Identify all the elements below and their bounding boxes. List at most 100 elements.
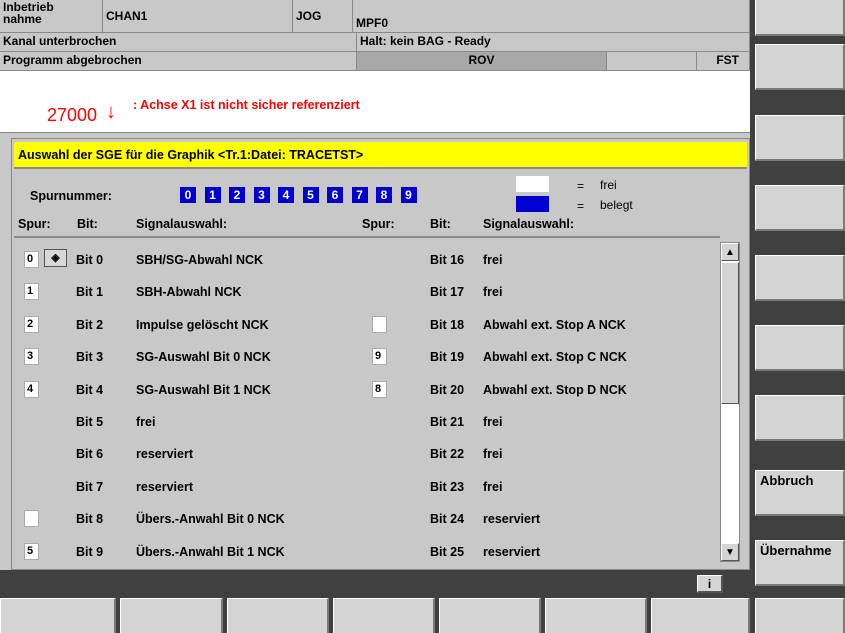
- channel-status: Kanal unterbrochen: [0, 33, 357, 52]
- legend-free-eq: =: [577, 179, 585, 193]
- table-row[interactable]: Bit 7 reserviert Bit 23 frei: [18, 471, 712, 503]
- scroll-up-icon[interactable]: ▲: [721, 243, 739, 261]
- bit-label-right: Bit 22: [430, 447, 465, 462]
- signal-label-right: frei: [483, 479, 503, 494]
- spurnummer-0: 0: [180, 187, 196, 203]
- softkey-horizontal-6[interactable]: [545, 598, 647, 633]
- area-cell: Inbetrieb nahme: [0, 0, 103, 33]
- table-row[interactable]: 5 Bit 9 Übers.-Anwahl Bit 1 NCK Bit 25 reser…: [18, 536, 712, 568]
- spurnummer-4: 4: [278, 187, 294, 203]
- signal-label-left: SBH-Abwahl NCK: [136, 285, 242, 300]
- bit-label-right: Bit 20: [430, 382, 465, 397]
- signal-label-right: Abwahl ext. Stop A NCK: [483, 317, 626, 332]
- spurnummer-9: 9: [400, 187, 417, 203]
- signal-label-right: reserviert: [483, 544, 540, 559]
- signal-label-right: frei: [483, 253, 503, 267]
- spur-field-left[interactable]: 1: [24, 283, 39, 301]
- table-row[interactable]: Bit 5 frei Bit 21 frei: [18, 406, 712, 438]
- spur-field-left[interactable]: 0: [24, 251, 39, 268]
- bit-label-right: Bit 17: [430, 285, 465, 300]
- softkey-vertical-1[interactable]: [755, 0, 845, 36]
- alarm-number: 27000: [47, 105, 98, 125]
- scrollbar[interactable]: ▲ ▼: [720, 242, 740, 562]
- bit-label-right: Bit 23: [430, 479, 465, 494]
- col-signal-left: Signalauswahl:: [136, 217, 227, 231]
- signal-label-left: reserviert: [136, 447, 193, 462]
- bit-label-right: Bit 25: [430, 544, 465, 559]
- bit-label-left: Bit 9: [76, 544, 104, 559]
- alarm-text: : Achse X1 ist nicht sicher referenziert: [133, 98, 360, 112]
- softkey-horizontal-7[interactable]: [651, 598, 750, 633]
- softkey-horizontal-5[interactable]: [439, 598, 541, 633]
- info-icon[interactable]: i: [697, 575, 723, 593]
- channel-cell: CHAN1: [103, 0, 293, 33]
- bit-label-left: Bit 2: [76, 317, 104, 332]
- softkey-horizontal-8[interactable]: [755, 598, 845, 633]
- softkey-horizontal-4[interactable]: [333, 598, 435, 633]
- spur-field-right[interactable]: 8: [372, 380, 387, 398]
- col-bit-right: Bit:: [430, 217, 451, 231]
- bit-label-right: Bit 19: [430, 350, 465, 365]
- fst-indicator: FST: [697, 52, 750, 71]
- table-row[interactable]: Bit 6 reserviert Bit 22 frei: [18, 438, 712, 470]
- softkey-vertical-4[interactable]: [755, 185, 845, 231]
- col-bit-left: Bit:: [77, 217, 98, 231]
- rov-indicator: ROV: [357, 52, 607, 71]
- spur-field-left[interactable]: 4: [24, 380, 39, 398]
- softkey-vertical-2[interactable]: [755, 44, 845, 90]
- bit-label-right: Bit 24: [430, 512, 465, 527]
- col-spur-left: Spur:: [18, 217, 51, 231]
- spur-field-left[interactable]: 5: [24, 542, 39, 560]
- bit-label-left: Bit 6: [76, 447, 104, 462]
- signal-label-left: Übers.-Anwahl Bit 0 NCK: [136, 512, 285, 527]
- dialog-title: Auswahl der SGE für die Graphik <Tr.1:Da…: [14, 142, 747, 169]
- table-row[interactable]: 3 Bit 3 SG-Auswahl Bit 0 NCK 9 Bit 19 Abwahl …: [18, 341, 712, 373]
- spur-field-right[interactable]: [372, 315, 387, 333]
- softkey-horizontal-3[interactable]: [227, 598, 329, 633]
- softkey-horizontal-1[interactable]: [0, 598, 116, 633]
- stop-status: Halt: kein BAG - Ready: [357, 33, 750, 52]
- program-status: Programm abgebrochen: [0, 52, 357, 71]
- legend-used-label: belegt: [600, 198, 633, 212]
- legend-free-label: frei: [600, 178, 617, 192]
- signal-label-left: SG-Auswahl Bit 1 NCK: [136, 382, 271, 397]
- spur-field-left[interactable]: 3: [24, 348, 39, 366]
- spur-field-right[interactable]: 9: [372, 348, 387, 366]
- table-row[interactable]: 0 Bit 0 SBH/SG-Abwahl NCK Bit 16 frei: [18, 244, 712, 276]
- signal-label-right: reserviert: [483, 512, 540, 527]
- table-row[interactable]: 1 Bit 1 SBH-Abwahl NCK Bit 17 frei: [18, 276, 712, 308]
- softkey-horizontal-2[interactable]: [120, 598, 223, 633]
- signal-label-right: frei: [483, 447, 503, 462]
- legend-used-eq: =: [577, 199, 585, 213]
- spur-field-left[interactable]: 2: [24, 315, 39, 333]
- softkey-vertical-3[interactable]: [755, 115, 845, 161]
- program-cell: MPF0: [353, 0, 750, 33]
- signal-label-left: reserviert: [136, 479, 193, 494]
- signal-label-left: SBH/SG-Abwahl NCK: [136, 253, 264, 267]
- scroll-down-icon[interactable]: ▼: [721, 543, 739, 561]
- abbruch-button[interactable]: Abbruch: [755, 470, 845, 516]
- signal-label-right: Abwahl ext. Stop C NCK: [483, 350, 627, 365]
- bit-label-right: Bit 21: [430, 415, 465, 429]
- uebernahme-button[interactable]: Übernahme: [755, 540, 845, 586]
- legend-used-swatch: [516, 196, 549, 212]
- col-signal-right: Signalauswahl:: [483, 217, 574, 231]
- scroll-thumb[interactable]: [721, 262, 739, 404]
- softkey-vertical-7[interactable]: [755, 395, 845, 441]
- spur-field-left[interactable]: [24, 510, 39, 528]
- table-row[interactable]: 4 Bit 4 SG-Auswahl Bit 1 NCK 8 Bit 20 Abwahl …: [18, 374, 712, 406]
- spurnummer-5: 5: [302, 187, 319, 203]
- selection-cursor-icon[interactable]: ◈: [44, 249, 67, 267]
- bit-label-left: Bit 4: [76, 382, 104, 397]
- mode-cell: JOG: [293, 0, 353, 33]
- softkey-vertical-6[interactable]: [755, 325, 845, 371]
- signal-label-right: frei: [483, 285, 503, 300]
- bit-label-left: Bit 5: [76, 415, 104, 429]
- alarm-line: 27000 ↓ : Achse X1 ist nicht sicher refe…: [0, 71, 750, 133]
- signal-label-left: Übers.-Anwahl Bit 1 NCK: [136, 544, 285, 559]
- softkey-vertical-5[interactable]: [755, 255, 845, 301]
- table-row[interactable]: 2 Bit 2 Impulse gelöscht NCK Bit 18 Abwahl e…: [18, 309, 712, 341]
- col-spur-right: Spur:: [362, 217, 395, 231]
- bit-label-left: Bit 0: [76, 253, 104, 267]
- table-row[interactable]: Bit 8 Übers.-Anwahl Bit 0 NCK Bit 24 reserv…: [18, 503, 712, 535]
